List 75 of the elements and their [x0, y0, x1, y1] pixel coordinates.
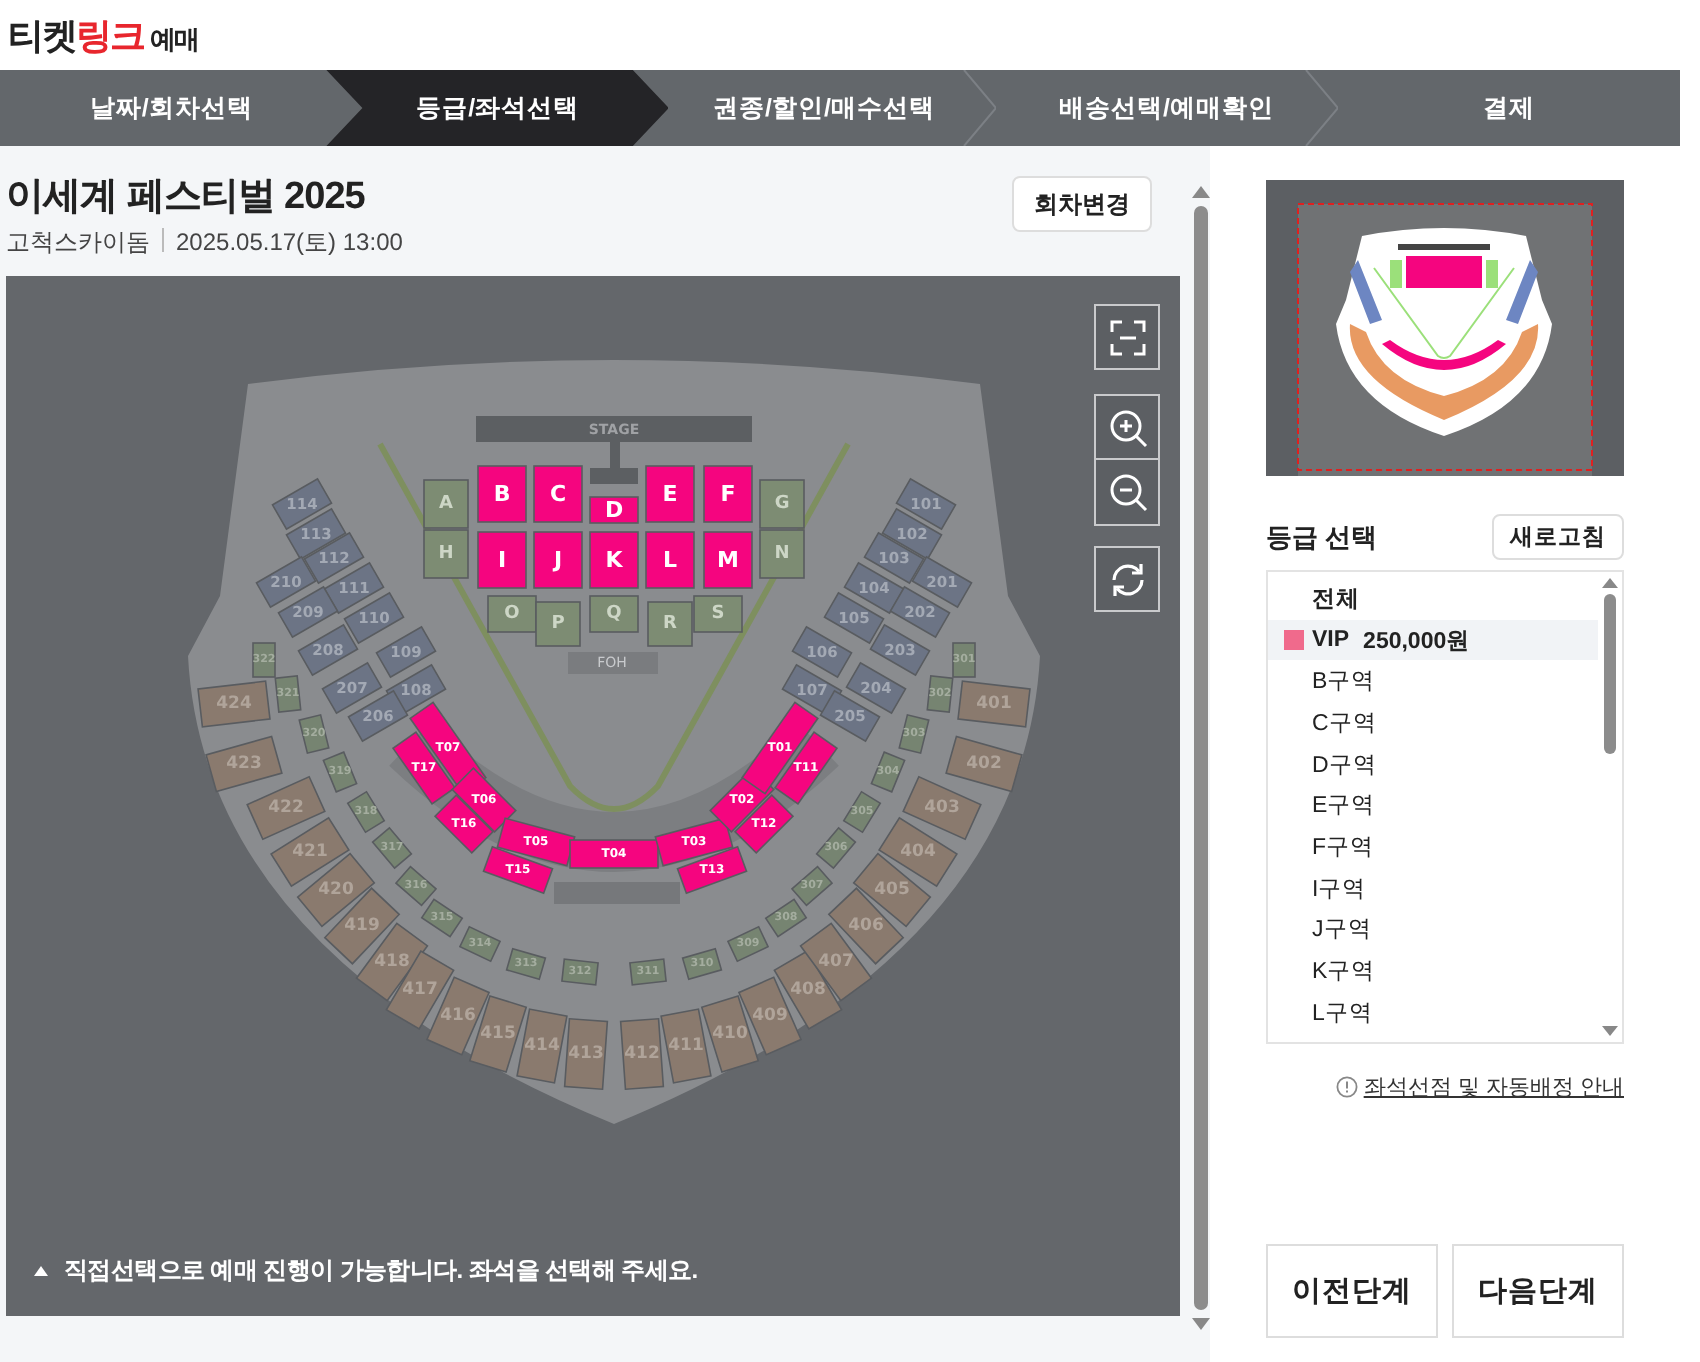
- grade-label: B구역: [1312, 668, 1376, 697]
- minimap-drawing[interactable]: [1266, 180, 1624, 476]
- notice-text: 직접선택으로 예매 진행이 가능합니다. 좌석을 선택해 주세요.: [64, 1254, 698, 1288]
- grade-label: F구역: [1312, 833, 1375, 862]
- fit-view-button[interactable]: [1094, 304, 1160, 370]
- seat-section[interactable]: J: [533, 531, 583, 589]
- seat-section: A: [423, 479, 469, 529]
- seat-section[interactable]: M: [703, 531, 753, 589]
- grade-label: C구역: [1312, 709, 1377, 738]
- grade-label: D구역: [1312, 751, 1377, 780]
- step-button[interactable]: 다음단계: [1452, 1244, 1624, 1338]
- step-label: 배송선택/예매확인: [1058, 91, 1274, 125]
- chevron-icon: [959, 70, 1000, 146]
- step-label: 날짜/회차선택: [89, 91, 253, 125]
- seat-section: H: [423, 529, 469, 579]
- grade-list-item[interactable]: C구역: [1268, 702, 1598, 744]
- change-session-button[interactable]: 회차변경: [1012, 176, 1152, 232]
- venue-name: 고척스카이돔: [6, 226, 150, 260]
- grade-list-item[interactable]: I구역: [1268, 867, 1598, 909]
- step-button[interactable]: 이전단계: [1266, 1244, 1438, 1338]
- step-label: 권종/할인/매수선택: [713, 91, 935, 125]
- grade-list-item[interactable]: K구역: [1268, 950, 1598, 992]
- seat-section: O: [487, 595, 537, 633]
- refresh-list-button[interactable]: 새로고침: [1492, 514, 1624, 560]
- seat-section: Q: [589, 595, 639, 633]
- info-icon: [1335, 1076, 1358, 1098]
- grade-list-item[interactable]: VIP 250,000원: [1268, 619, 1598, 661]
- seat-section[interactable]: F: [703, 465, 753, 523]
- grade-list-item[interactable]: 전체: [1268, 578, 1598, 620]
- seat-section[interactable]: I: [477, 531, 527, 589]
- fit-view-icon: [1105, 315, 1149, 359]
- refresh-button[interactable]: [1094, 546, 1160, 612]
- logo[interactable]: 티켓링크 예매: [8, 11, 198, 59]
- seat-guide-link[interactable]: 좌석선점 및 자동배정 안내: [1363, 1072, 1624, 1102]
- zoom-out-button[interactable]: [1094, 460, 1160, 526]
- grade-list-item[interactable]: J구역: [1268, 909, 1598, 951]
- scroll-down-icon[interactable]: [1192, 1318, 1210, 1330]
- grade-label: L구역: [1312, 999, 1373, 1028]
- grade-price: 250,000원: [1363, 627, 1471, 656]
- seat-section: P: [535, 601, 581, 647]
- zoom-in-button[interactable]: [1094, 394, 1160, 460]
- zoom-in-icon: [1105, 405, 1149, 449]
- seat-section[interactable]: B: [477, 465, 527, 523]
- grade-list-item[interactable]: F구역: [1268, 826, 1598, 868]
- caret-up-icon: [34, 1266, 48, 1276]
- seat-section: S: [693, 595, 743, 633]
- zoom-out-icon: [1105, 470, 1149, 514]
- scroll-up-icon[interactable]: [1192, 186, 1210, 198]
- grade-list-item[interactable]: B구역: [1268, 660, 1598, 703]
- seat-section[interactable]: D: [589, 496, 639, 524]
- grade-select-title: 등급 선택: [1266, 519, 1378, 555]
- step-label: 등급/좌석선택: [416, 91, 580, 125]
- seat-section: R: [647, 601, 693, 647]
- seat-section: G: [759, 479, 805, 529]
- event-title: 이세계 페스티벌 2025: [6, 174, 367, 222]
- grade-list-item[interactable]: E구역: [1268, 784, 1598, 827]
- grade-label: VIP: [1312, 628, 1350, 653]
- seat-section[interactable]: E: [645, 465, 695, 523]
- grade-label: E구역: [1312, 792, 1376, 821]
- seat-section[interactable]: C: [533, 465, 583, 523]
- seat-section[interactable]: L: [645, 531, 695, 589]
- step-label: 결제: [1482, 91, 1535, 125]
- grade-label: I구역: [1312, 875, 1367, 904]
- event-datetime: 2025.05.17(토) 13:00: [176, 226, 403, 260]
- grade-label: 전체: [1312, 585, 1360, 614]
- seat-section[interactable]: K: [589, 531, 639, 589]
- scroll-up-icon[interactable]: [1602, 578, 1618, 588]
- grade-list-item[interactable]: D구역: [1268, 743, 1598, 785]
- chevron-icon: [1301, 70, 1342, 146]
- grade-label: K구역: [1312, 958, 1376, 987]
- seat-section: N: [759, 529, 805, 579]
- grade-list-item[interactable]: L구역: [1268, 991, 1598, 1034]
- scrollbar[interactable]: [1192, 186, 1210, 1330]
- grade-label: J구역: [1312, 916, 1372, 945]
- scroll-down-icon[interactable]: [1602, 1026, 1618, 1036]
